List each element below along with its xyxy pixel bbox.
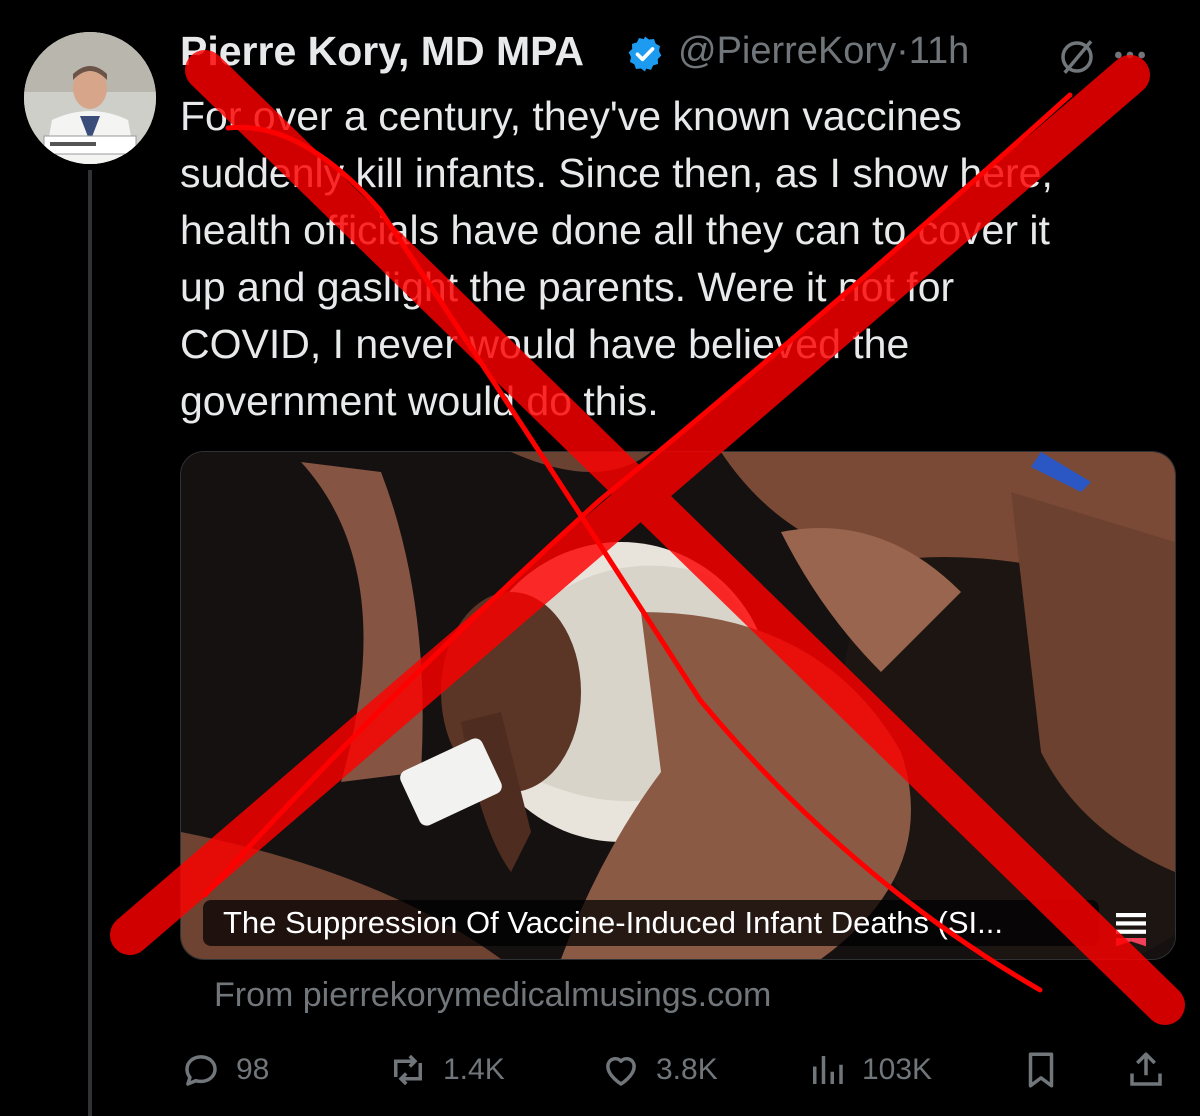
post-time[interactable]: 11h (909, 30, 970, 72)
link-card[interactable]: The Suppression Of Vaccine-Induced Infan… (180, 451, 1176, 960)
repost-button[interactable]: 1.4K (387, 1040, 505, 1100)
tweet-header: Pierre Kory, MD MPA @PierreKory·11h (180, 28, 1176, 82)
thread-line (88, 170, 92, 1116)
card-title[interactable]: The Suppression Of Vaccine-Induced Infan… (203, 900, 1099, 946)
grok-icon[interactable] (1056, 36, 1098, 78)
author-handle-time[interactable]: @PierreKory·11h (678, 30, 969, 73)
bookmark-icon (1028, 1052, 1054, 1088)
action-bar: 98 1.4K 3.8K 103K (180, 1040, 1175, 1100)
bookmark-button[interactable] (1020, 1040, 1076, 1100)
avatar-image (24, 32, 156, 164)
verified-badge-icon[interactable] (625, 34, 665, 74)
avatar[interactable] (24, 32, 156, 164)
repost-icon (394, 1054, 422, 1086)
more-icon[interactable] (1110, 40, 1150, 70)
separator: · (896, 30, 909, 72)
author-handle[interactable]: @PierreKory (678, 30, 896, 72)
reply-count: 98 (236, 1053, 270, 1086)
like-count: 3.8K (656, 1053, 718, 1086)
like-button[interactable]: 3.8K (600, 1040, 718, 1100)
share-icon (1130, 1052, 1162, 1086)
author-name[interactable]: Pierre Kory, MD MPA (180, 28, 584, 75)
reply-icon (185, 1055, 217, 1086)
share-button[interactable] (1125, 1040, 1181, 1100)
views-icon (813, 1056, 843, 1084)
tweet-text: For over a century, they've known vaccin… (180, 93, 1053, 424)
card-source[interactable]: From pierrekorymedicalmusings.com (214, 976, 771, 1015)
views-button[interactable]: 103K (806, 1040, 932, 1100)
reply-button[interactable]: 98 (180, 1040, 269, 1100)
views-count: 103K (862, 1053, 933, 1086)
card-image (181, 452, 1175, 959)
like-icon (606, 1057, 636, 1086)
repost-count: 1.4K (443, 1053, 505, 1086)
article-icon (1116, 913, 1146, 947)
